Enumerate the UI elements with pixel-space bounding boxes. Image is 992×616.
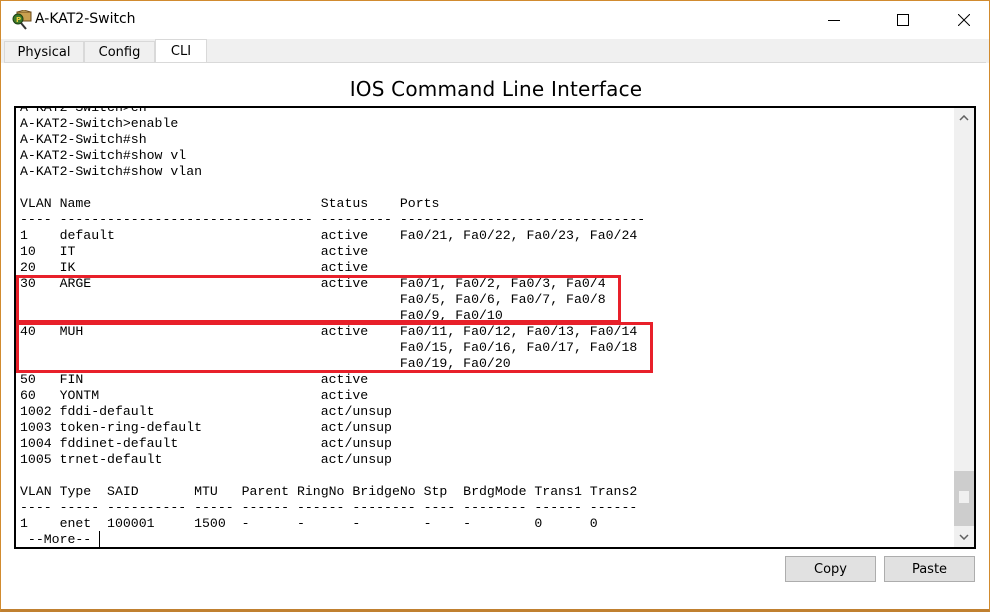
maximize-button[interactable] [880,1,926,39]
terminal-line: VLAN Type SAID MTU Parent RingNo BridgeN… [20,484,638,499]
chevron-up-icon [959,115,969,121]
scroll-thumb-grip [959,491,969,503]
terminal-line: 1 default active Fa0/21, Fa0/22, Fa0/23,… [20,228,638,243]
terminal-line: 1004 fddinet-default act/unsup [20,436,400,451]
maximize-icon [897,14,909,26]
terminal-line: Fa0/9, Fa0/10 [20,308,503,323]
terminal-line: A-KAT2-Switch#show vlan [20,164,203,179]
terminal-line: 60 YONTM active [20,388,400,403]
terminal-line: ---- ----- ---------- ----- ------ -----… [20,500,638,515]
minimize-icon [828,20,840,21]
terminal-line: 1 enet 100001 1500 - - - - - 0 0 [20,516,598,531]
terminal-line: 1005 trnet-default act/unsup [20,452,400,467]
terminal-output[interactable]: A-KAT2-Switch>en A-KAT2-Switch>enable A-KA… [20,106,646,547]
terminal-line: 1003 token-ring-default act/unsup [20,420,400,435]
title-bar[interactable]: P A-KAT2-Switch [1,1,989,39]
terminal-line: Fa0/19, Fa0/20 [20,356,511,371]
terminal-line: 20 IK active [20,260,400,275]
copy-button[interactable]: Copy [785,556,876,582]
terminal-line: Fa0/5, Fa0/6, Fa0/7, Fa0/8 [20,292,606,307]
text-cursor [99,531,100,547]
terminal-line: --More-- [20,532,100,547]
terminal-line: 40 MUH active Fa0/11, Fa0/12, Fa0/13, Fa… [20,324,638,339]
tab-config[interactable]: Config [84,41,155,63]
terminal-line: A-KAT2-Switch>en [20,106,147,115]
chevron-down-icon [959,534,969,540]
terminal-scrollbar[interactable] [954,108,974,547]
minimize-button[interactable] [811,1,857,39]
tab-physical[interactable]: Physical [4,41,84,63]
terminal-line: 50 FIN active [20,372,400,387]
svg-text:P: P [16,16,21,24]
terminal-line: ---- -------------------------------- --… [20,212,646,227]
packet-tracer-switch-icon: P [11,9,33,30]
terminal-line: A-KAT2-Switch#show vl [20,148,187,163]
terminal-line: Fa0/15, Fa0/16, Fa0/17, Fa0/18 [20,340,638,355]
terminal-line: A-KAT2-Switch#sh [20,132,147,147]
terminal-line: VLAN Name Status Ports [20,196,440,211]
scroll-up-button[interactable] [954,108,974,128]
paste-button[interactable]: Paste [884,556,975,582]
terminal-line: A-KAT2-Switch>enable [20,116,179,131]
tab-cli[interactable]: CLI [155,39,207,63]
close-icon [958,14,970,26]
cli-heading: IOS Command Line Interface [349,77,643,101]
close-button[interactable] [941,1,987,39]
tab-strip: Physical Config CLI [1,39,989,63]
cli-terminal[interactable]: A-KAT2-Switch>en A-KAT2-Switch>enable A-KA… [14,106,976,549]
window-title: A-KAT2-Switch [35,11,136,27]
terminal-line: 10 IT active [20,244,400,259]
terminal-line: 1002 fddi-default act/unsup [20,404,400,419]
terminal-line: 30 ARGE active Fa0/1, Fa0/2, Fa0/3, Fa0/… [20,276,606,291]
scroll-down-button[interactable] [954,527,974,547]
scroll-thumb[interactable] [954,471,974,526]
